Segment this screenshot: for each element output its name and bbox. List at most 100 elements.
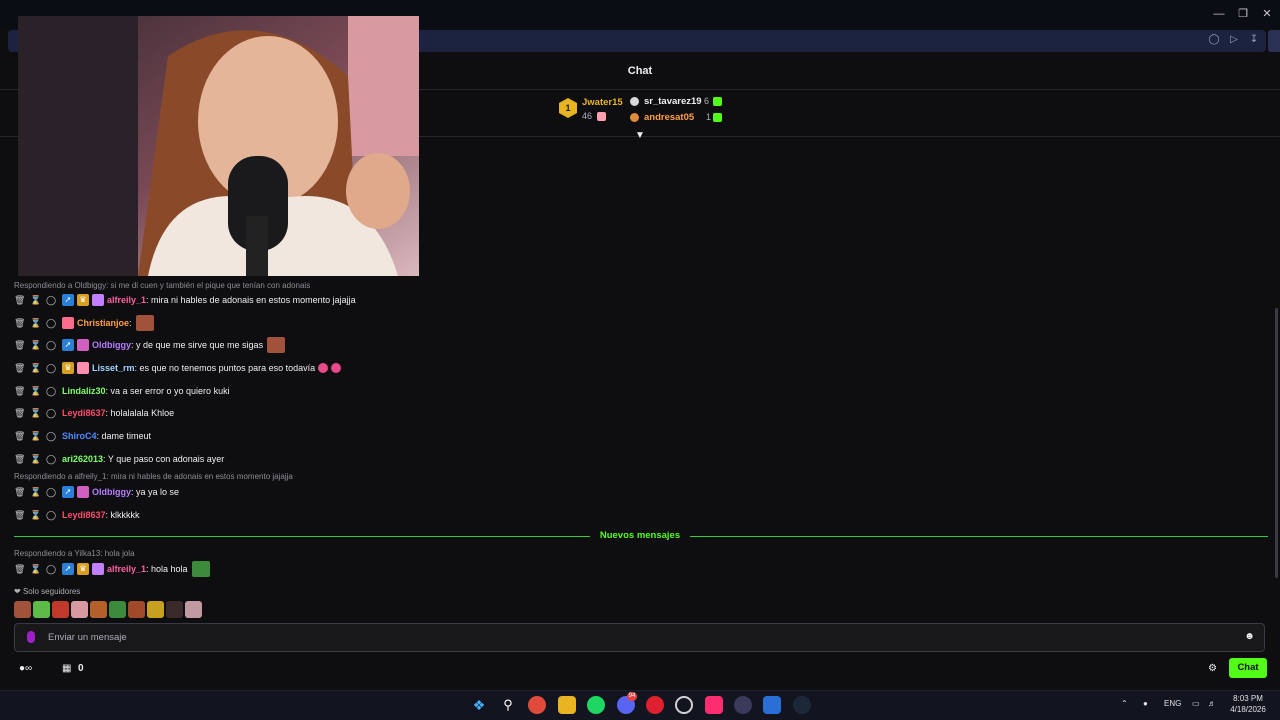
- settings-gear-icon[interactable]: ⚙: [1208, 662, 1217, 676]
- delete-icon[interactable]: 🗑: [14, 486, 25, 498]
- timeout-icon[interactable]: ⌛: [30, 430, 41, 442]
- username[interactable]: Oldbiggy: [92, 487, 131, 497]
- timeout-icon[interactable]: ⌛: [30, 362, 41, 374]
- microphone-icon[interactable]: [27, 631, 35, 643]
- clock[interactable]: 8:03 PM 4/18/2026: [1226, 693, 1270, 715]
- emoji-picker-icon[interactable]: ☻: [1244, 631, 1255, 642]
- chat-scrollbar[interactable]: [1275, 308, 1278, 578]
- opera-icon[interactable]: [646, 696, 664, 714]
- timeout-icon[interactable]: ⌛: [30, 509, 41, 521]
- emote-icon[interactable]: [109, 601, 126, 618]
- ban-icon[interactable]: ◯: [46, 385, 56, 397]
- chat-message[interactable]: 🗑 ⌛ ◯ Lindaliz30 : va a ser error o yo q…: [14, 383, 230, 399]
- ban-icon[interactable]: ◯: [46, 362, 56, 374]
- chrome-icon[interactable]: [528, 696, 546, 714]
- ban-icon[interactable]: ◯: [46, 294, 56, 306]
- display-icon[interactable]: ▭: [1192, 698, 1200, 710]
- delete-icon[interactable]: 🗑: [14, 509, 25, 521]
- chat-input[interactable]: [14, 623, 1265, 652]
- leader-2-name[interactable]: sr_tavarez19: [644, 96, 702, 107]
- timeout-icon[interactable]: ⌛: [30, 294, 41, 306]
- emote-icon[interactable]: [52, 601, 69, 618]
- shield-icon[interactable]: ◯: [1207, 33, 1221, 47]
- app-icon[interactable]: [763, 696, 781, 714]
- timeout-icon[interactable]: ⌛: [30, 563, 41, 575]
- send-icon[interactable]: ▷: [1227, 33, 1241, 47]
- ban-icon[interactable]: ◯: [46, 407, 56, 419]
- search-icon[interactable]: ⚲: [499, 696, 517, 714]
- emote-icon[interactable]: [90, 601, 107, 618]
- emote-icon[interactable]: [128, 601, 145, 618]
- ban-icon[interactable]: ◯: [46, 430, 56, 442]
- delete-icon[interactable]: 🗑: [14, 385, 25, 397]
- chat-message[interactable]: 🗑 ⌛ ◯ ➚ ♛ alfreily_1 : mira ni hables de…: [14, 292, 356, 308]
- ban-icon[interactable]: ◯: [46, 317, 56, 329]
- username[interactable]: alfreily_1: [107, 295, 146, 305]
- app-icon[interactable]: [734, 696, 752, 714]
- emote-icon[interactable]: [185, 601, 202, 618]
- ban-icon[interactable]: ◯: [46, 453, 56, 465]
- chat-message[interactable]: 🗑 ⌛ ◯ ShiroC4 : dame timeut: [14, 428, 151, 444]
- username[interactable]: Leydi8637: [62, 510, 106, 520]
- emote-icon[interactable]: [71, 601, 88, 618]
- channel-points-icon[interactable]: ●∞: [19, 662, 32, 676]
- ban-icon[interactable]: ◯: [46, 509, 56, 521]
- ban-icon[interactable]: ◯: [46, 563, 56, 575]
- username[interactable]: Leydi8637: [62, 408, 106, 418]
- download-icon[interactable]: ↧: [1247, 33, 1261, 47]
- chat-message[interactable]: 🗑 ⌛ ◯ ➚ ♛ alfreily_1 : hola hola: [14, 561, 210, 577]
- language-indicator[interactable]: ENG: [1164, 698, 1181, 710]
- volume-icon[interactable]: ♬: [1208, 698, 1216, 710]
- delete-icon[interactable]: 🗑: [14, 339, 25, 351]
- delete-icon[interactable]: 🗑: [14, 294, 25, 306]
- delete-icon[interactable]: 🗑: [14, 563, 25, 575]
- timeout-icon[interactable]: ⌛: [30, 339, 41, 351]
- timeout-icon[interactable]: ⌛: [30, 385, 41, 397]
- emote-icon[interactable]: [14, 601, 31, 618]
- chat-message[interactable]: 🗑 ⌛ ◯ Leydi8637 : holalalala Khloe: [14, 405, 174, 421]
- ban-icon[interactable]: ◯: [46, 339, 56, 351]
- obs-icon[interactable]: [675, 696, 693, 714]
- username[interactable]: Oldbiggy: [92, 340, 131, 350]
- chat-message[interactable]: 🗑 ⌛ ◯ Leydi8637 : klkkkkk: [14, 507, 140, 523]
- delete-icon[interactable]: 🗑: [14, 317, 25, 329]
- chat-message[interactable]: 🗑 ⌛ ◯ ➚ Oldbiggy : ya ya lo se: [14, 484, 179, 500]
- new-messages-label[interactable]: Nuevos mensajes: [594, 530, 686, 541]
- microphone-tray-icon[interactable]: ●: [1143, 698, 1148, 710]
- username[interactable]: Lindaliz30: [62, 386, 106, 396]
- gift-icon[interactable]: ▦: [62, 662, 71, 676]
- username[interactable]: Lisset_rm: [92, 363, 135, 373]
- spotify-icon[interactable]: [587, 696, 605, 714]
- timeout-icon[interactable]: ⌛: [30, 317, 41, 329]
- username[interactable]: ShiroC4: [62, 431, 97, 441]
- leader-1-name[interactable]: Jwater15: [582, 97, 623, 108]
- chat-message[interactable]: 🗑 ⌛ ◯ ♛ Lisset_rm : es que no tenemos pu…: [14, 360, 342, 376]
- chat-message[interactable]: 🗑 ⌛ ◯ Christianjoe :: [14, 315, 154, 331]
- username[interactable]: alfreily_1: [107, 564, 146, 574]
- chat-message[interactable]: 🗑 ⌛ ◯ ➚ Oldbiggy : y de que me sirve que…: [14, 337, 286, 353]
- emote-icon[interactable]: [147, 601, 164, 618]
- windows-start-icon[interactable]: ❖: [470, 696, 488, 714]
- delete-icon[interactable]: 🗑: [14, 362, 25, 374]
- timeout-icon[interactable]: ⌛: [30, 407, 41, 419]
- steam-icon[interactable]: [793, 696, 811, 714]
- sidebar-toggle[interactable]: [1268, 30, 1280, 52]
- username[interactable]: Christianjoe: [77, 318, 129, 328]
- chat-message[interactable]: 🗑 ⌛ ◯ ari262013 : Y que paso con adonais…: [14, 451, 224, 467]
- delete-icon[interactable]: 🗑: [14, 407, 25, 419]
- leader-3-name[interactable]: andresat05: [644, 112, 694, 123]
- tiktok-icon[interactable]: [705, 696, 723, 714]
- timeout-icon[interactable]: ⌛: [30, 486, 41, 498]
- file-explorer-icon[interactable]: [558, 696, 576, 714]
- username[interactable]: ari262013: [62, 454, 103, 464]
- delete-icon[interactable]: 🗑: [14, 453, 25, 465]
- emote-icon[interactable]: [33, 601, 50, 618]
- minimize-icon[interactable]: —: [1208, 6, 1230, 22]
- chevron-up-icon[interactable]: ⌃: [1121, 698, 1128, 710]
- emote-icon[interactable]: [166, 601, 183, 618]
- ban-icon[interactable]: ◯: [46, 486, 56, 498]
- restore-icon[interactable]: ❐: [1232, 6, 1254, 22]
- delete-icon[interactable]: 🗑: [14, 430, 25, 442]
- stream-video-preview[interactable]: [18, 16, 419, 276]
- timeout-icon[interactable]: ⌛: [30, 453, 41, 465]
